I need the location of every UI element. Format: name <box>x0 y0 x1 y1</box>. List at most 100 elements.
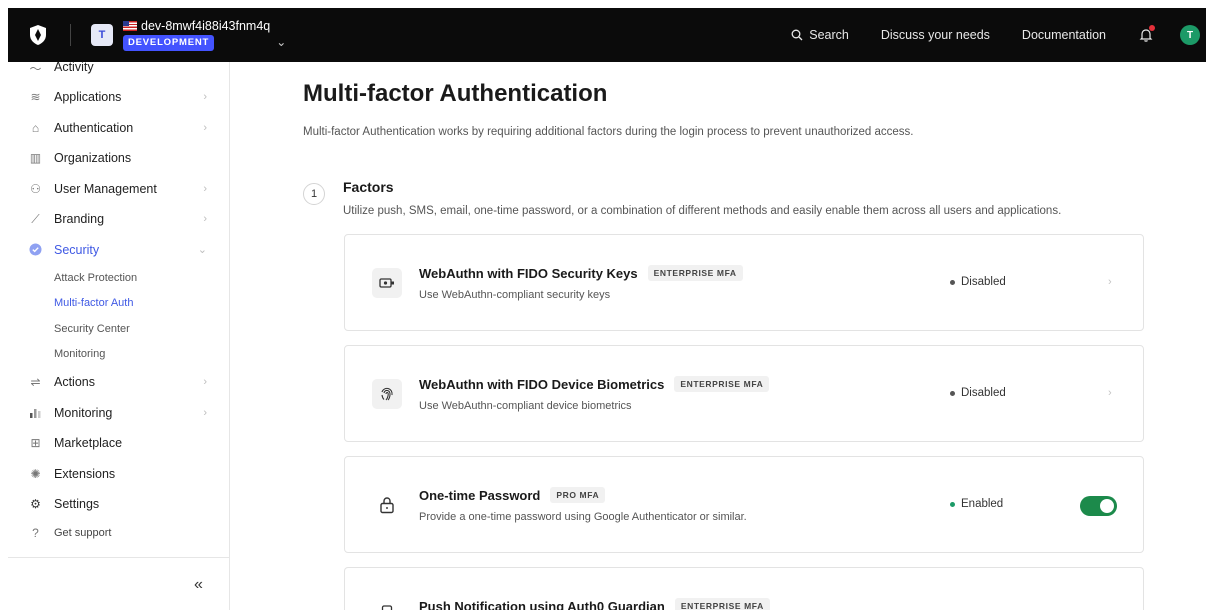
main-content: Multi-factor Authentication Multi-factor… <box>231 62 1206 610</box>
plan-badge: PRO MFA <box>550 487 606 503</box>
status-dot <box>950 501 955 507</box>
sidebar-item-label: Security <box>54 242 100 257</box>
sidebar-item-organizations[interactable]: ▥ Organizations <box>8 143 229 174</box>
chevron-right-icon: › <box>203 121 207 134</box>
search-icon <box>791 29 803 41</box>
sidebar-item-activity[interactable]: 〜 Activity <box>8 60 229 76</box>
layers-icon: ≋ <box>30 90 41 105</box>
grid-plus-icon: ⊞ <box>30 436 41 451</box>
chevron-right-icon: › <box>203 376 207 389</box>
factor-card-security-keys[interactable]: WebAuthn with FIDO Security Keys ENTERPR… <box>344 234 1144 331</box>
sidebar-subitem-multi-factor-auth[interactable]: Multi-factor Auth <box>8 291 229 317</box>
sidebar-item-label: Organizations <box>54 151 132 166</box>
users-icon: ⚇ <box>30 181 41 196</box>
sidebar-subitem-monitoring[interactable]: Monitoring <box>8 342 229 368</box>
padlock-icon <box>372 490 402 520</box>
gear-icon: ⚙ <box>30 497 41 512</box>
sidebar-item-label: Authentication <box>54 120 134 135</box>
status-label: Enabled <box>961 498 1004 510</box>
chevron-down-icon[interactable]: ⌄ <box>276 35 286 49</box>
status-indicator: Disabled <box>950 387 1006 399</box>
sidebar-item-label: Extensions <box>54 466 116 481</box>
chevron-right-icon: › <box>203 406 207 419</box>
sidebar-item-label: Activity <box>54 60 94 74</box>
documentation-link[interactable]: Documentation <box>1022 28 1106 42</box>
chevron-right-icon: › <box>1108 387 1112 399</box>
status-indicator: Disabled <box>950 276 1006 288</box>
us-flag-icon <box>123 21 137 31</box>
sidebar-item-get-support[interactable]: ? Get support <box>8 520 229 546</box>
bar-chart-icon <box>29 406 42 419</box>
status-label: Disabled <box>961 276 1006 288</box>
status-dot <box>950 279 955 285</box>
sidebar-item-extensions[interactable]: ✺ Extensions <box>8 459 229 490</box>
sidebar-item-monitoring[interactable]: Monitoring › <box>8 398 229 429</box>
actions-icon: ⇌ <box>30 375 41 390</box>
sidebar-item-applications[interactable]: ≋ Applications › <box>8 82 229 113</box>
sidebar-item-label: Monitoring <box>54 405 113 420</box>
sidebar-item-settings[interactable]: ⚙ Settings <box>8 489 229 520</box>
user-avatar[interactable]: T <box>1180 25 1200 45</box>
toggle-knob <box>1100 499 1114 513</box>
sidebar-item-marketplace[interactable]: ⊞ Marketplace <box>8 428 229 459</box>
search-label: Search <box>809 28 849 42</box>
building-icon: ▥ <box>29 151 42 166</box>
lock-icon: ⌂ <box>31 120 40 135</box>
notifications-button[interactable] <box>1138 25 1155 43</box>
sidebar-item-security[interactable]: Security ⌄ <box>8 235 229 266</box>
phone-icon <box>372 598 402 610</box>
sidebar-item-user-management[interactable]: ⚇ User Management › <box>8 174 229 205</box>
collapse-sidebar-button[interactable]: « <box>194 576 203 594</box>
security-key-icon <box>372 268 402 298</box>
sidebar-item-actions[interactable]: ⇌ Actions › <box>8 367 229 398</box>
factor-card-one-time-password[interactable]: One-time Password PRO MFA Provide a one-… <box>344 456 1144 553</box>
sidebar: 〜 Activity ≋ Applications › ⌂ Authentica… <box>8 60 230 610</box>
sidebar-item-label: Get support <box>54 526 112 539</box>
section-description: Utilize push, SMS, email, one-time passw… <box>343 205 1062 217</box>
status-label: Disabled <box>961 387 1006 399</box>
chevron-right-icon: › <box>203 182 207 195</box>
chevron-down-icon: ⌄ <box>197 244 207 257</box>
factor-description: Provide a one-time password using Google… <box>419 511 747 523</box>
sidebar-item-label: Settings <box>54 497 100 512</box>
factor-title: Push Notification using Auth0 Guardian <box>419 598 665 610</box>
tenant-switcher[interactable]: dev-8mwf4i88i43fnm4q DEVELOPMENT <box>123 19 270 51</box>
factor-title: WebAuthn with FIDO Security Keys <box>419 265 638 281</box>
auth0-logo-icon[interactable] <box>18 8 58 62</box>
factor-card-push-notification[interactable]: Push Notification using Auth0 Guardian E… <box>344 567 1144 610</box>
factor-description: Use WebAuthn-compliant device biometrics <box>419 400 632 412</box>
factor-card-device-biometrics[interactable]: WebAuthn with FIDO Device Biometrics ENT… <box>344 345 1144 442</box>
topbar-divider <box>70 24 71 46</box>
chevron-right-icon: › <box>203 91 207 104</box>
sidebar-item-label: Marketplace <box>54 436 123 451</box>
factor-title: WebAuthn with FIDO Device Biometrics <box>419 376 665 392</box>
sidebar-item-label: Actions <box>54 375 95 390</box>
page-description: Multi-factor Authentication works by req… <box>303 126 914 138</box>
puzzle-icon: ✺ <box>30 466 41 481</box>
discuss-needs-link[interactable]: Discuss your needs <box>881 28 990 42</box>
sidebar-item-label: User Management <box>54 181 157 196</box>
chevron-right-icon: › <box>203 213 207 226</box>
chevron-right-icon: › <box>1108 276 1112 288</box>
environment-badge: DEVELOPMENT <box>123 35 215 51</box>
plan-badge: ENTERPRISE MFA <box>647 265 743 281</box>
factor-description: Use WebAuthn-compliant security keys <box>419 289 611 301</box>
sidebar-item-label: Applications <box>54 90 122 105</box>
factor-title: One-time Password <box>419 487 541 503</box>
sidebar-subitem-security-center[interactable]: Security Center <box>8 316 229 342</box>
step-number: 1 <box>303 183 325 205</box>
plan-badge: ENTERPRISE MFA <box>674 376 770 392</box>
sidebar-divider <box>8 557 230 558</box>
activity-icon: 〜 <box>29 62 42 76</box>
sidebar-item-branding[interactable]: ⟋ Branding › <box>8 204 229 235</box>
sidebar-subitem-attack-protection[interactable]: Attack Protection <box>8 265 229 291</box>
sidebar-item-label: Branding <box>54 212 105 227</box>
shield-check-icon <box>29 243 42 256</box>
page-title: Multi-factor Authentication <box>303 80 608 107</box>
sidebar-item-authentication[interactable]: ⌂ Authentication › <box>8 113 229 144</box>
search-button[interactable]: Search <box>791 28 849 42</box>
top-navigation-bar: T dev-8mwf4i88i43fnm4q DEVELOPMENT ⌄ Sea… <box>8 8 1206 62</box>
tenant-avatar[interactable]: T <box>91 24 113 46</box>
enable-toggle[interactable] <box>1080 496 1117 516</box>
fingerprint-icon <box>372 379 402 409</box>
